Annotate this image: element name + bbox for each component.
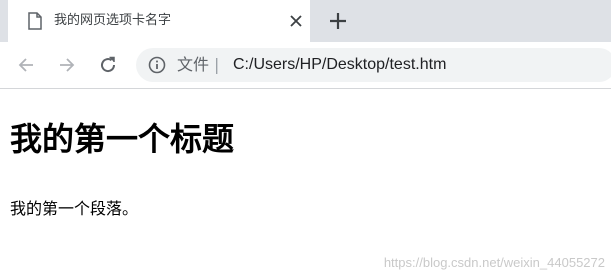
page-heading: 我的第一个标题 xyxy=(10,120,235,158)
page-content: 我的第一个标题 我的第一个段落。 xyxy=(0,89,611,278)
tab-strip: 我的网页选项卡名字 xyxy=(0,0,611,42)
url-text[interactable]: C:/Users/HP/Desktop/test.htm xyxy=(233,55,446,75)
plus-icon xyxy=(330,13,346,29)
page-paragraph: 我的第一个段落。 xyxy=(10,199,139,218)
watermark: https://blog.csdn.net/weixin_44055272 xyxy=(383,255,605,270)
forward-arrow-icon xyxy=(60,58,75,72)
reload-icon xyxy=(101,56,116,73)
close-icon[interactable] xyxy=(286,11,306,31)
active-tab[interactable]: 我的网页选项卡名字 xyxy=(8,0,310,42)
document-icon xyxy=(28,12,42,30)
toolbar: 文件 | C:/Users/HP/Desktop/test.htm xyxy=(0,42,611,89)
address-bar[interactable]: 文件 | C:/Users/HP/Desktop/test.htm xyxy=(136,48,611,82)
scheme-label: 文件 xyxy=(177,55,210,74)
new-tab-button[interactable] xyxy=(326,9,350,33)
tab-title: 我的网页选项卡名字 xyxy=(54,13,172,28)
forward-button[interactable] xyxy=(55,53,79,77)
back-button[interactable] xyxy=(14,53,38,77)
back-arrow-icon xyxy=(18,58,33,72)
reload-button[interactable] xyxy=(96,53,120,77)
info-icon[interactable] xyxy=(148,56,166,74)
scheme-separator: | xyxy=(214,55,220,74)
